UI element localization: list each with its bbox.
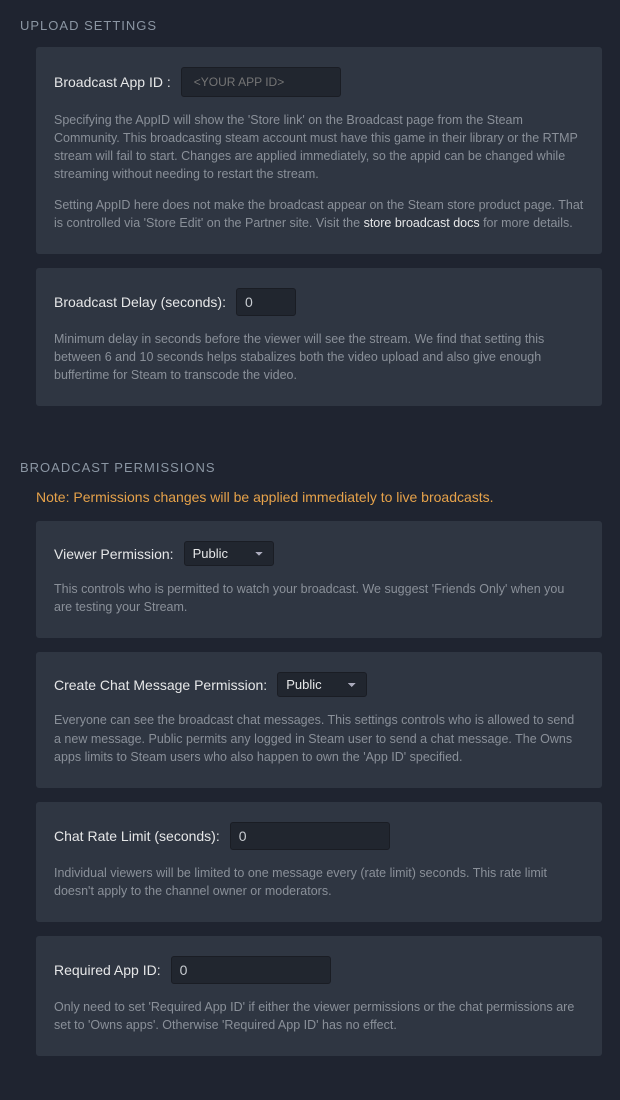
- store-broadcast-docs-link[interactable]: store broadcast docs: [364, 216, 480, 230]
- required-appid-panel: Required App ID: Only need to set 'Requi…: [36, 936, 602, 1056]
- broadcast-appid-desc2: Setting AppID here does not make the bro…: [54, 196, 584, 232]
- required-appid-label: Required App ID:: [54, 962, 161, 978]
- broadcast-delay-desc: Minimum delay in seconds before the view…: [54, 330, 584, 384]
- chat-rate-limit-panel: Chat Rate Limit (seconds): Individual vi…: [36, 802, 602, 922]
- permissions-note: Note: Permissions changes will be applie…: [36, 489, 602, 505]
- broadcast-appid-label: Broadcast App ID :: [54, 74, 171, 90]
- viewer-permission-panel: Viewer Permission: Public This controls …: [36, 521, 602, 638]
- chat-permission-select[interactable]: Public: [277, 672, 367, 697]
- upload-settings-title: UPLOAD SETTINGS: [20, 18, 602, 33]
- chat-permission-label: Create Chat Message Permission:: [54, 677, 267, 693]
- broadcast-appid-desc2-post: for more details.: [480, 216, 573, 230]
- required-appid-input[interactable]: [171, 956, 331, 984]
- required-appid-desc: Only need to set 'Required App ID' if ei…: [54, 998, 584, 1034]
- broadcast-permissions-title: BROADCAST PERMISSIONS: [20, 460, 602, 475]
- chat-rate-limit-input[interactable]: [230, 822, 390, 850]
- broadcast-delay-panel: Broadcast Delay (seconds): Minimum delay…: [36, 268, 602, 406]
- broadcast-appid-desc1: Specifying the AppID will show the 'Stor…: [54, 111, 584, 184]
- chat-permission-desc: Everyone can see the broadcast chat mess…: [54, 711, 584, 765]
- viewer-permission-select[interactable]: Public: [184, 541, 274, 566]
- broadcast-appid-panel: Broadcast App ID : Specifying the AppID …: [36, 47, 602, 254]
- chat-rate-limit-label: Chat Rate Limit (seconds):: [54, 828, 220, 844]
- broadcast-appid-input[interactable]: [181, 67, 341, 97]
- viewer-permission-desc: This controls who is permitted to watch …: [54, 580, 584, 616]
- broadcast-delay-label: Broadcast Delay (seconds):: [54, 294, 226, 310]
- broadcast-delay-input[interactable]: [236, 288, 296, 316]
- chat-permission-panel: Create Chat Message Permission: Public E…: [36, 652, 602, 787]
- viewer-permission-label: Viewer Permission:: [54, 546, 174, 562]
- chat-rate-limit-desc: Individual viewers will be limited to on…: [54, 864, 584, 900]
